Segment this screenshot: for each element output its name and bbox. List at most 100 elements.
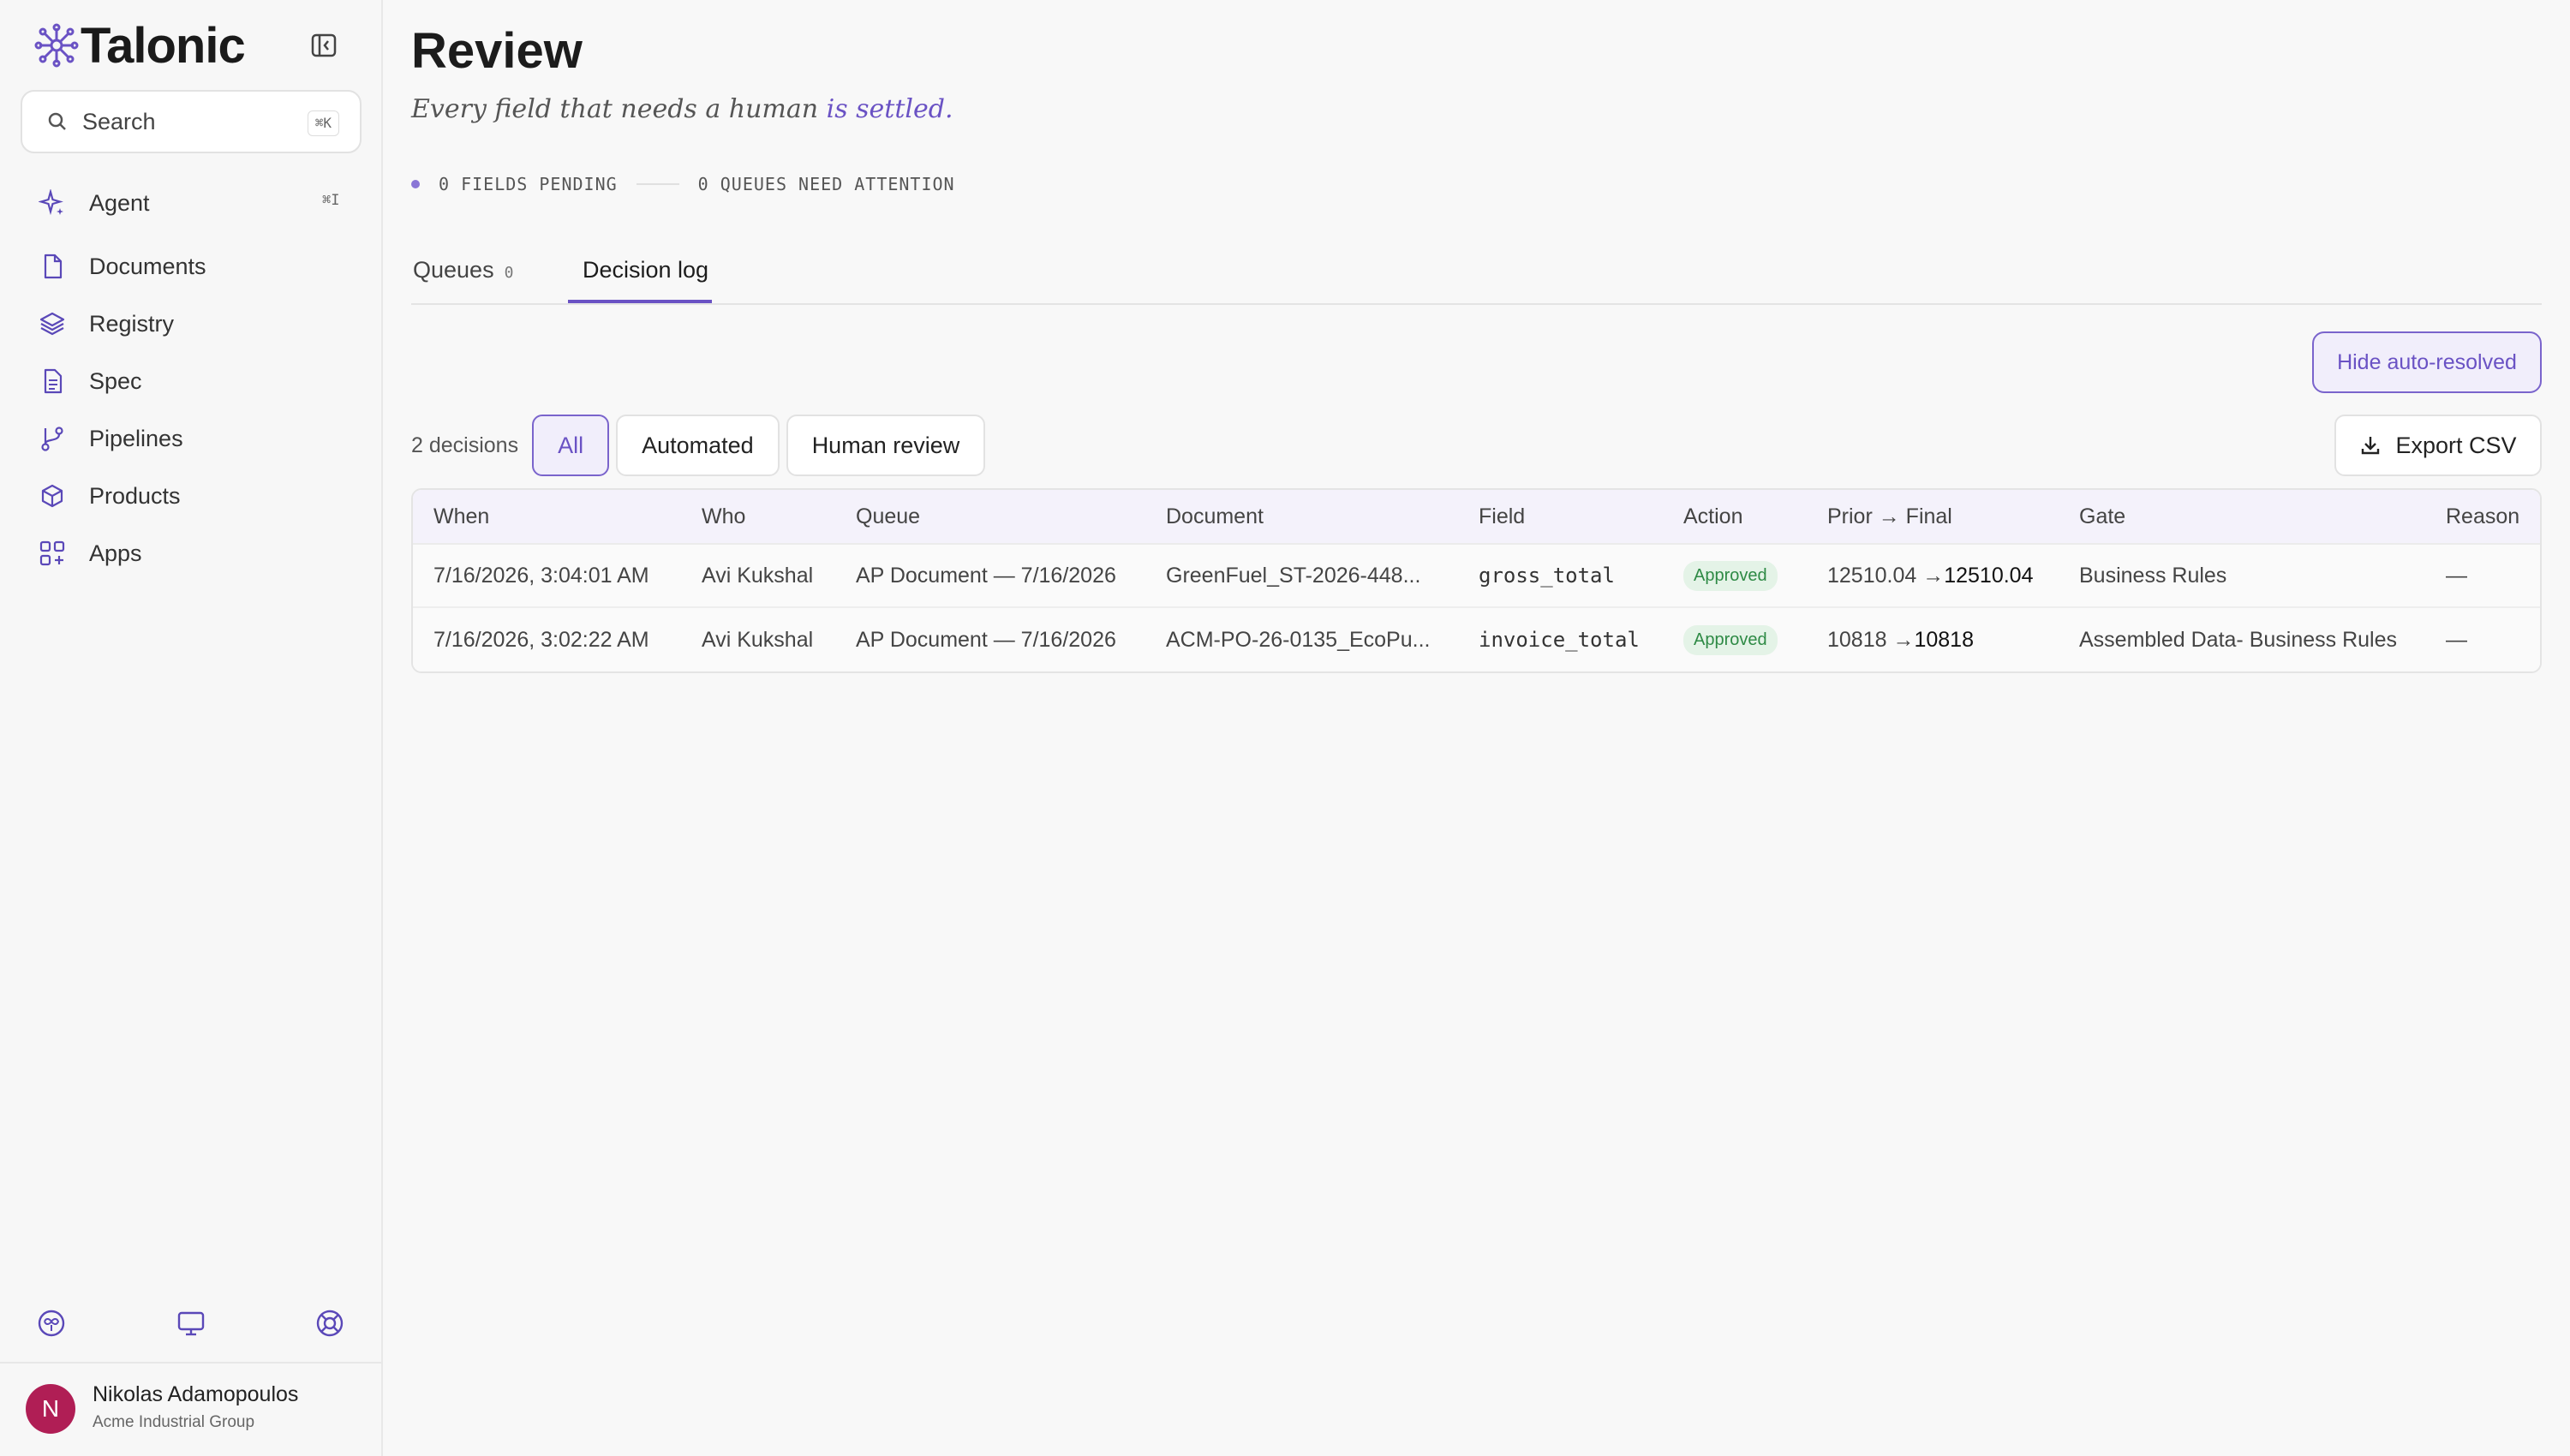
- cell-prior-final: 10818 → 10818: [1827, 608, 1974, 671]
- page-title: Review: [411, 23, 583, 79]
- cell-document[interactable]: GreenFuel_ST-2026-448...: [1166, 545, 1420, 606]
- final-value: 10818: [1914, 627, 1974, 652]
- sidebar-item-registry[interactable]: Registry: [38, 302, 174, 345]
- grid-plus-icon: [38, 539, 67, 568]
- cell-action: Approved: [1683, 545, 1778, 606]
- status-badge: Approved: [1683, 560, 1778, 591]
- sidebar-item-products[interactable]: Products: [38, 474, 181, 517]
- sparkle-icon: [38, 188, 67, 218]
- main-content: Review Every field that needs a human is…: [385, 0, 2570, 1456]
- monitor-icon[interactable]: [176, 1308, 206, 1339]
- sidebar-item-label: Pipelines: [89, 425, 183, 451]
- sidebar-item-documents[interactable]: Documents: [38, 245, 206, 288]
- sidebar-item-label: Registry: [89, 310, 175, 337]
- decision-log-table: When Who Queue Document Field Action Pri…: [411, 488, 2542, 673]
- table-row[interactable]: 7/16/2026, 3:04:01 AM Avi Kukshal AP Doc…: [413, 545, 2540, 608]
- status-badge: Approved: [1683, 624, 1778, 655]
- table-row[interactable]: 7/16/2026, 3:02:22 AM Avi Kukshal AP Doc…: [413, 608, 2540, 671]
- cell-action: Approved: [1683, 608, 1778, 671]
- status-dot: [411, 180, 420, 188]
- column-header-gate[interactable]: Gate: [2079, 490, 2125, 543]
- app-name: Talonic: [81, 17, 246, 74]
- filter-all-button[interactable]: All: [532, 415, 610, 476]
- cell-when: 7/16/2026, 3:02:22 AM: [433, 627, 649, 652]
- search-shortcut: ⌘K: [307, 110, 339, 136]
- box-icon: [38, 481, 67, 510]
- filter-bar: 2 decisions All Automated Human review: [411, 415, 992, 476]
- filter-human-review-button[interactable]: Human review: [786, 415, 986, 476]
- agent-shortcut: ⌘I: [322, 192, 340, 209]
- divider: [0, 1362, 383, 1364]
- cell-who: Avi Kukshal: [702, 563, 814, 588]
- column-header-field[interactable]: Field: [1479, 490, 1525, 543]
- hide-auto-resolved-toggle[interactable]: Hide auto-resolved: [2312, 331, 2542, 393]
- brand[interactable]: Talonic: [34, 17, 246, 74]
- column-header-queue[interactable]: Queue: [856, 490, 920, 543]
- sidebar-item-pipelines[interactable]: Pipelines: [38, 417, 183, 460]
- help-lifebuoy-icon[interactable]: [314, 1308, 345, 1339]
- export-label: Export CSV: [2395, 432, 2517, 458]
- download-icon: [2362, 437, 2380, 455]
- cell-field: gross_total: [1479, 564, 1615, 588]
- active-tab-indicator: [568, 300, 712, 303]
- user-org: Acme Industrial Group: [93, 1413, 255, 1431]
- git-branch-icon: [38, 424, 67, 453]
- tab-label: Decision log: [583, 257, 709, 283]
- page-subtitle: Every field that needs a human is settle…: [411, 94, 953, 124]
- file-text-icon: [38, 367, 67, 396]
- column-header-reason[interactable]: Reason: [2446, 490, 2519, 543]
- subtitle-accent: is settled.: [826, 94, 953, 124]
- tab-decision-log[interactable]: Decision log: [583, 257, 708, 283]
- brain-icon[interactable]: [36, 1308, 67, 1339]
- cell-when: 7/16/2026, 3:04:01 AM: [433, 563, 649, 588]
- cell-prior-final: 12510.04 → 12510.04: [1827, 545, 2034, 606]
- cell-reason: —: [2446, 627, 2467, 652]
- table-header: When Who Queue Document Field Action Pri…: [413, 490, 2540, 545]
- sidebar-item-label: Products: [89, 482, 181, 509]
- layers-icon: [38, 309, 67, 338]
- document-icon: [38, 252, 67, 281]
- user-name[interactable]: Nikolas Adamopoulos: [93, 1382, 298, 1407]
- sidebar-collapse-icon[interactable]: [309, 31, 338, 60]
- cell-reason: —: [2446, 563, 2467, 588]
- sidebar-item-label: Agent: [89, 189, 150, 216]
- cell-queue: AP Document — 7/16/2026: [856, 627, 1116, 652]
- queues-attention: 0 QUEUES NEED ATTENTION: [697, 174, 955, 194]
- status-summary: 0 FIELDS PENDING 0 QUEUES NEED ATTENTION: [411, 171, 955, 197]
- sidebar-item-agent[interactable]: Agent: [38, 182, 150, 224]
- search-box[interactable]: Search ⌘K: [21, 90, 362, 153]
- talonic-logo-icon: [34, 23, 79, 68]
- tab-count: 0: [504, 264, 514, 282]
- cell-queue: AP Document — 7/16/2026: [856, 563, 1116, 588]
- sidebar-item-apps[interactable]: Apps: [38, 532, 142, 575]
- search-icon: [48, 112, 66, 130]
- sidebar-item-label: Spec: [89, 367, 142, 394]
- sidebar-item-spec[interactable]: Spec: [38, 360, 142, 403]
- filter-automated-button[interactable]: Automated: [616, 415, 780, 476]
- avatar[interactable]: N: [26, 1384, 75, 1434]
- sidebar: Talonic Search ⌘K Agent ⌘I Documents Reg…: [0, 0, 383, 1456]
- sidebar-item-label: Apps: [89, 540, 142, 566]
- sidebar-item-label: Documents: [89, 253, 206, 279]
- fields-pending: 0 FIELDS PENDING: [439, 174, 618, 194]
- column-header-document[interactable]: Document: [1166, 490, 1264, 543]
- decisions-count: 2 decisions: [411, 433, 519, 457]
- divider: [636, 183, 679, 185]
- cell-gate: Assembled Data- Business Rules: [2079, 627, 2397, 652]
- column-header-who[interactable]: Who: [702, 490, 745, 543]
- sidebar-tools: [0, 1302, 383, 1345]
- prior-value: 10818 →: [1827, 627, 1915, 652]
- prior-value: 12510.04 →: [1827, 563, 1945, 588]
- tab-bar: Queues 0 Decision log: [411, 248, 2542, 305]
- tab-queues[interactable]: Queues 0: [413, 257, 513, 283]
- search-label: Search: [82, 108, 156, 134]
- column-header-when[interactable]: When: [433, 490, 489, 543]
- cell-document[interactable]: ACM-PO-26-0135_EcoPu...: [1166, 608, 1430, 671]
- final-value: 12510.04: [1944, 563, 2034, 588]
- cell-who: Avi Kukshal: [702, 627, 814, 652]
- tab-label: Queues: [413, 257, 494, 283]
- export-csv-button[interactable]: Export CSV: [2334, 415, 2542, 476]
- column-header-prior-final[interactable]: Prior → Final: [1827, 490, 1952, 543]
- cell-gate: Business Rules: [2079, 563, 2227, 588]
- column-header-action[interactable]: Action: [1683, 490, 1742, 543]
